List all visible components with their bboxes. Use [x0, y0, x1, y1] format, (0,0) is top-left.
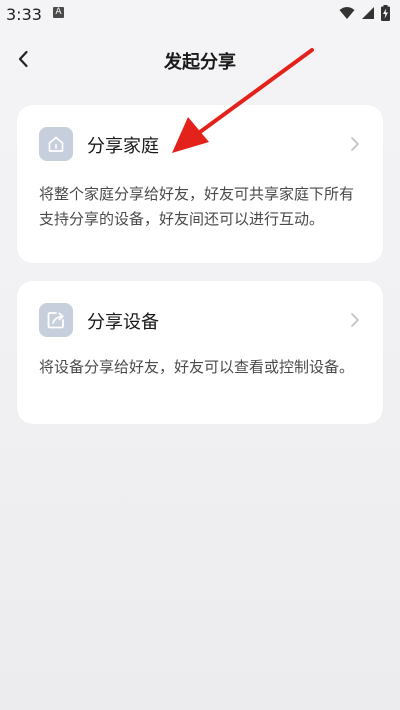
home-icon: [39, 127, 73, 161]
share-home-card[interactable]: 分享家庭 将整个家庭分享给好友，好友可共享家庭下所有支持分享的设备，好友间还可以…: [17, 105, 383, 263]
chevron-right-icon: [351, 313, 359, 327]
status-time: 3:33: [6, 5, 42, 24]
chevron-right-icon: [351, 137, 359, 151]
battery-charging-icon: [381, 5, 390, 21]
share-home-description: 将整个家庭分享给好友，好友可共享家庭下所有支持分享的设备，好友间还可以进行互动。: [39, 185, 355, 228]
signal-icon: [362, 7, 374, 19]
share-device-title: 分享设备: [87, 312, 159, 333]
share-device-header: 分享设备: [39, 303, 361, 337]
share-device-description: 将设备分享给好友，好友可以查看或控制设备。: [39, 358, 355, 376]
status-icons: [339, 5, 390, 21]
share-home-header: 分享家庭: [39, 127, 361, 161]
status-bar: 3:33 A: [0, 0, 400, 28]
wifi-icon: [339, 7, 355, 19]
page-header: 发起分享: [0, 40, 400, 78]
share-device-icon: [39, 303, 73, 337]
share-home-title: 分享家庭: [87, 136, 159, 157]
share-device-card[interactable]: 分享设备 将设备分享给好友，好友可以查看或控制设备。: [17, 281, 383, 424]
notification-a-icon: A: [53, 7, 64, 18]
page-title: 发起分享: [164, 52, 236, 73]
